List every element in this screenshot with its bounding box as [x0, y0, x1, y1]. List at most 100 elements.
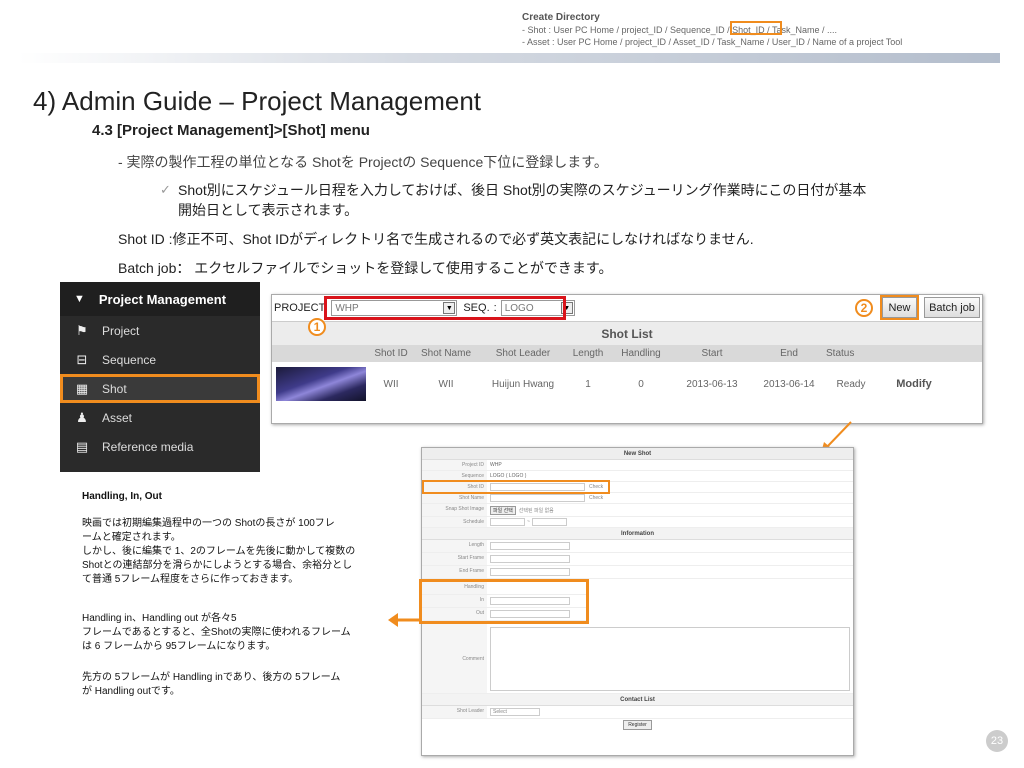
form-label: Project ID [422, 460, 487, 470]
description-line: - 実際の製作工程の単位となる Shotを Projectの Sequence下… [118, 154, 608, 170]
notes-line: Handling in、Handling out が各々5 [82, 613, 237, 624]
start-frame-field[interactable] [490, 555, 570, 563]
notes-line: は 6 フレームから 95フレームになります。 [82, 641, 276, 652]
cell-shot-leader: Huijun Hwang [491, 378, 555, 390]
sidebar-item-label: Sequence [102, 352, 157, 367]
arrow-to-form [825, 421, 852, 449]
shot-leader-value: Select [493, 709, 507, 715]
sidebar: ▼ Project Management ⚑ Project ⊟ Sequence ▦… [60, 282, 260, 472]
sidebar-item-label: Asset [102, 410, 133, 425]
form-label: Snap Shot Image [422, 504, 487, 516]
form-label: Shot Leader [422, 706, 487, 718]
col-handling: Handling [621, 348, 661, 359]
directory-title: Create Directory [522, 12, 600, 23]
schedule-start-field[interactable] [490, 518, 525, 526]
table-row[interactable]: WII WII Huijun Hwang 1 0 2013-06-13 2013… [272, 362, 982, 406]
notes-title: Handling, In, Out [82, 491, 162, 502]
project-label: PROJECT [274, 302, 326, 314]
check-button[interactable]: Check [589, 495, 603, 501]
notes-line: Shotとの連結部分を滑らかにしようとする場合、余裕分とし [82, 560, 353, 571]
col-shot-name: Shot Name [420, 348, 472, 359]
notes-line: 映画では初期編集過程中の一つの Shotの長さが 100フレ [82, 518, 335, 529]
sidebar-item-shot[interactable]: ▦ Shot [60, 374, 260, 403]
comment-textarea[interactable] [490, 626, 850, 691]
new-shot-form: New Shot Project ID WHP Sequence LOGO ( LO… [419, 447, 854, 756]
cell-status: Ready [836, 378, 866, 390]
directory-shot-path: - Shot : User PC Home / project_ID / Seq… [522, 25, 837, 35]
sidebar-item-label: Project [102, 323, 140, 338]
sidebar-item-project[interactable]: ⚑ Project [60, 316, 260, 345]
length-field[interactable] [490, 542, 570, 550]
col-shot-id: Shot ID [374, 348, 408, 359]
notes-line: て普通 5フレーム程度をさらに作っておきます。 [82, 574, 299, 585]
cell-length: 1 [585, 378, 591, 390]
notes-paragraph-3: 先方の 5フレームが Handling inであり、後方の 5フレーム が Ha… [82, 671, 340, 699]
shot-leader-select[interactable]: Select [490, 708, 540, 716]
form-label: End Frame [422, 566, 487, 578]
sequence-icon: ⊟ [76, 351, 88, 367]
shot-id-note: Shot ID :修正不可、Shot IDがディレクトリ名で生成されるので必ず英… [118, 231, 754, 247]
cell-end: 2013-06-14 [763, 378, 815, 390]
form-label: In [422, 595, 487, 607]
bullet-text-1: Shot別にスケジュール日程を入力しておけば、後日 Shot別の実際のスケジュー… [178, 182, 867, 198]
sidebar-item-asset[interactable]: ♟ Asset [60, 403, 260, 432]
sidebar-item-reference-media[interactable]: ▤ Reference media [60, 432, 260, 461]
marker-1: 1 [308, 318, 326, 336]
form-title: New Shot [422, 448, 853, 460]
schedule-end-field[interactable] [531, 518, 567, 526]
information-title: Information [422, 528, 853, 540]
notes-line: 先方の 5フレームが Handling inであり、後方の 5フレーム [82, 672, 341, 683]
notes-paragraph-1: 映画では初期編集過程中の一つの Shotの長さが 100フレ ームと確定されます… [82, 517, 355, 587]
shot-thumbnail [276, 367, 366, 401]
file-status: 선택된 파일 없음 [518, 507, 554, 514]
notes-line: フレームであるとすると、全Shotの実際に使われるフレーム [82, 627, 351, 638]
sidebar-header-label: Project Management [98, 291, 227, 307]
shot-list-title: Shot List [272, 321, 982, 345]
col-start: Start [701, 348, 723, 359]
notes-line: が Handling outです。 [82, 686, 180, 697]
page-title: 4) Admin Guide – Project Management [33, 86, 482, 116]
form-label: Handling [422, 582, 487, 594]
notes-line: しかし、後に編集で 1、2のフレームを先後に動かして複数の [82, 546, 356, 557]
sidebar-item-label: Reference media [102, 439, 194, 454]
form-label: Comment [422, 624, 487, 693]
check-icon: ✓ [160, 182, 171, 197]
form-label: Out [422, 608, 487, 620]
header-bar [18, 53, 1000, 63]
film-icon: ▦ [75, 380, 89, 396]
handling-out-field[interactable] [490, 610, 570, 618]
shot-list-panel: PROJECT WHP ▼ SEQ. : LOGO ▼ New Batch job … [271, 294, 983, 424]
handling-in-field[interactable] [490, 597, 570, 605]
form-label: Schedule [422, 517, 487, 527]
col-shot-leader: Shot Leader [495, 348, 551, 359]
shot-name-field[interactable] [490, 494, 585, 502]
col-status: Status [826, 348, 855, 359]
register-button[interactable]: Register [623, 720, 652, 730]
directory-asset-path: - Asset : User PC Home / project_ID / As… [522, 37, 903, 47]
form-label: Length [422, 540, 487, 552]
sidebar-header[interactable]: ▼ Project Management [60, 282, 260, 316]
end-frame-field[interactable] [490, 568, 570, 576]
form-label: Shot Name [422, 493, 487, 503]
form-value: LOGO ( LOGO ) [490, 473, 527, 479]
schedule-separator: ~ [527, 519, 530, 525]
form-label: Start Frame [422, 553, 487, 565]
table-header: Shot ID Shot Name Shot Leader Length Han… [272, 345, 982, 362]
marker-2: 2 [855, 299, 873, 317]
new-button[interactable]: New [880, 295, 919, 320]
col-length: Length [572, 348, 604, 359]
flag-icon: ⚑ [76, 322, 88, 338]
batch-job-note: Batch job： エクセルファイルでショットを登録して使用することができます… [118, 260, 613, 276]
bullet-text-2: 開始日として表示されます。 [178, 202, 359, 218]
arrow-head-icon [388, 613, 398, 627]
section-title: 4.3 [Project Management]>[Shot] menu [92, 122, 370, 139]
file-select-button[interactable]: 파일 선택 [490, 505, 516, 515]
modify-link[interactable]: Modify [876, 378, 952, 390]
cell-shot-name: WII [438, 378, 454, 390]
triangle-down-icon: ▼ [74, 293, 85, 305]
filter-highlight [324, 296, 566, 320]
sidebar-item-sequence[interactable]: ⊟ Sequence [60, 345, 260, 374]
batch-job-button[interactable]: Batch job [924, 297, 980, 318]
document-icon: ▤ [75, 438, 89, 454]
asset-icon: ♟ [76, 409, 88, 425]
